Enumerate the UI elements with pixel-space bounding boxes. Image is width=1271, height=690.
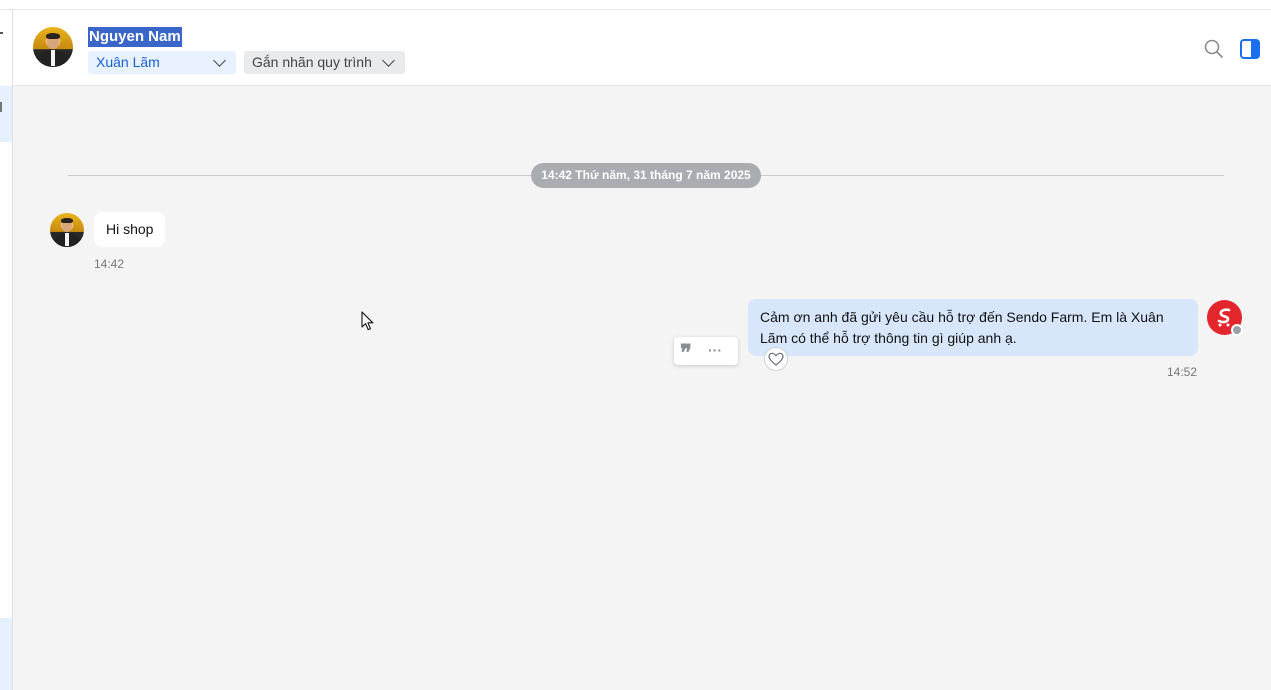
incoming-message[interactable]: Hi shop [94, 212, 166, 247]
status-badge [1231, 324, 1243, 336]
message-time: 14:52 [1167, 365, 1198, 379]
sender-avatar[interactable] [50, 213, 84, 247]
top-strip [0, 0, 1271, 10]
rail-mark [0, 32, 3, 34]
avatar-shirt [50, 50, 56, 67]
agent-avatar[interactable] [1207, 300, 1243, 336]
sendo-logo-icon [1217, 308, 1231, 327]
search-icon[interactable] [1203, 38, 1225, 60]
mouse-cursor-icon [361, 311, 374, 331]
avatar-hair [61, 218, 73, 224]
more-icon[interactable]: ··· [708, 341, 726, 361]
message-actions: ❞ ··· [674, 337, 738, 365]
outgoing-message[interactable]: Cảm ơn anh đã gửi yêu cầu hỗ trợ đến Sen… [748, 299, 1198, 356]
message-time: 14:42 [94, 257, 125, 271]
chat-area[interactable]: 14:42 Thứ năm, 31 tháng 7 năm 2025 Hi sh… [13, 86, 1271, 690]
chevron-down-icon [382, 54, 395, 67]
avatar-shirt [64, 232, 70, 247]
contact-avatar[interactable] [33, 27, 73, 67]
quote-icon[interactable]: ❞ [680, 341, 696, 365]
heart-icon[interactable] [764, 347, 788, 371]
rail-active-item[interactable] [0, 618, 12, 690]
assignee-label: Xuân Lãm [96, 54, 160, 70]
chevron-down-icon [213, 54, 226, 67]
assignee-select[interactable]: Xuân Lãm [88, 51, 236, 74]
conversation-header: Nguyen Nam Xuân Lãm Gắn nhãn quy trình [13, 10, 1271, 86]
rail-active-item[interactable] [0, 86, 12, 142]
tag-select-label: Gắn nhãn quy trình [252, 54, 372, 70]
process-tag-select[interactable]: Gắn nhãn quy trình [244, 51, 405, 74]
side-panel-icon[interactable] [1239, 38, 1261, 60]
contact-name[interactable]: Nguyen Nam [88, 27, 182, 47]
rail-mark [0, 102, 2, 112]
avatar-hair [46, 33, 60, 39]
date-separator: 14:42 Thứ năm, 31 tháng 7 năm 2025 [531, 163, 761, 188]
left-rail [0, 10, 13, 690]
